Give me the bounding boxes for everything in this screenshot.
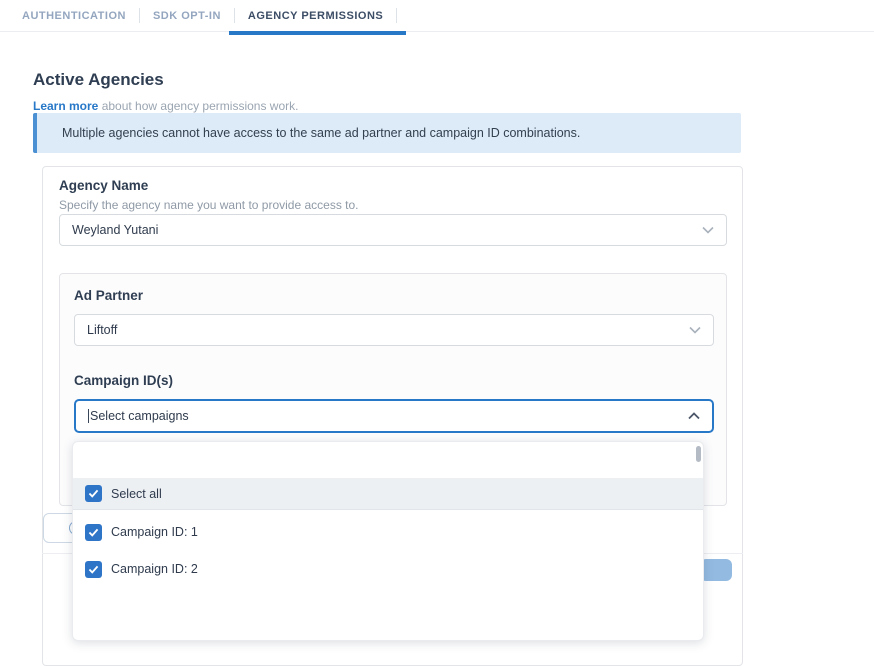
campaign-ids-label: Campaign ID(s) (74, 373, 173, 388)
campaign-1-checkbox[interactable] (85, 524, 102, 541)
checkmark-icon (88, 565, 99, 574)
campaign-ids-placeholder: Select campaigns (90, 409, 189, 423)
agency-name-label: Agency Name (59, 178, 148, 193)
tab-separator (396, 8, 397, 23)
checkmark-icon (88, 528, 99, 537)
campaign-dropdown-panel: Select all Campaign ID: 1 Campaign ID: 2 (72, 441, 704, 641)
option-label: Campaign ID: 1 (111, 525, 198, 539)
agency-name-select[interactable]: Weyland Yutani (59, 214, 727, 246)
option-campaign-1[interactable]: Campaign ID: 1 (73, 516, 703, 548)
campaign-ids-input-text: Select campaigns (88, 409, 189, 424)
page-subtext: Learn more about how agency permissions … (33, 99, 298, 113)
campaign-2-checkbox[interactable] (85, 561, 102, 578)
chevron-down-icon (689, 326, 701, 334)
checkmark-icon (88, 489, 99, 498)
agency-name-value: Weyland Yutani (72, 223, 158, 237)
ad-partner-value: Liftoff (87, 323, 117, 337)
agency-name-help: Specify the agency name you want to prov… (59, 198, 359, 212)
tab-authentication[interactable]: AUTHENTICATION (22, 0, 139, 31)
option-select-all[interactable]: Select all (73, 478, 703, 510)
partially-visible-primary-button[interactable] (700, 559, 732, 581)
info-banner: Multiple agencies cannot have access to … (33, 113, 741, 153)
ad-partner-select[interactable]: Liftoff (74, 314, 714, 346)
option-label: Campaign ID: 2 (111, 562, 198, 576)
tab-bar: AUTHENTICATION SDK OPT-IN AGENCY PERMISS… (0, 0, 874, 36)
tab-agency-permissions[interactable]: AGENCY PERMISSIONS (235, 0, 396, 31)
chevron-up-icon (688, 412, 700, 420)
campaign-ids-select[interactable]: Select campaigns (74, 399, 714, 433)
learn-more-rest-text: about how agency permissions work. (98, 99, 298, 113)
option-campaign-2[interactable]: Campaign ID: 2 (73, 553, 703, 585)
tab-bar-divider (0, 31, 874, 32)
tab-sdk-opt-in[interactable]: SDK OPT-IN (140, 0, 234, 31)
ad-partner-label: Ad Partner (74, 288, 143, 303)
learn-more-link[interactable]: Learn more (33, 99, 98, 113)
select-all-checkbox[interactable] (85, 485, 102, 502)
text-caret (88, 409, 89, 423)
dropdown-scrollbar[interactable] (696, 446, 701, 462)
option-label: Select all (111, 487, 162, 501)
page-title: Active Agencies (33, 70, 164, 90)
info-banner-text: Multiple agencies cannot have access to … (62, 126, 580, 140)
chevron-down-icon (702, 226, 714, 234)
